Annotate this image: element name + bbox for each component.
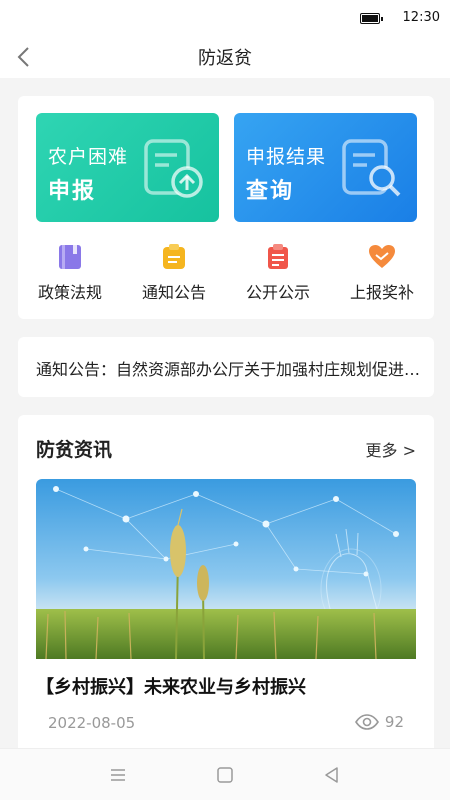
status-bar: 12:30 xyxy=(0,0,450,36)
quick-link-label: 公开公示 xyxy=(245,283,310,302)
home-button[interactable] xyxy=(213,763,237,787)
quick-link-label: 上报奖补 xyxy=(349,283,414,302)
clipboard-icon xyxy=(163,244,185,269)
quick-link-reward[interactable]: 上报奖补 xyxy=(330,244,434,304)
system-back-button[interactable] xyxy=(320,763,344,787)
quick-link-publicity[interactable]: 公开公示 xyxy=(226,244,330,304)
quick-link-policy[interactable]: 政策法规 xyxy=(18,244,122,304)
services-card: 农户困难 申报 申报结果 查询 政策法规 通知公告 公开公示 上报奖补 xyxy=(18,96,434,319)
menu-icon xyxy=(111,769,125,781)
news-item-views: 92 xyxy=(354,713,404,731)
news-item-title[interactable]: 【乡村振兴】未来农业与乡村振兴 xyxy=(36,673,416,699)
result-query-button[interactable]: 申报结果 查询 xyxy=(234,113,417,222)
document-search-icon xyxy=(342,139,401,197)
news-section-title: 防贫资讯 xyxy=(36,439,113,461)
page-title: 防返贫 xyxy=(198,48,252,69)
eye-icon xyxy=(354,714,379,730)
notice-text[interactable]: 通知公告：自然资源部办公厅关于加强村庄规划促进乡村振兴的通知 xyxy=(36,356,421,380)
news-more-link[interactable]: 更多 > xyxy=(366,437,417,461)
back-triangle-icon xyxy=(325,767,338,783)
news-card: 防贫资讯 更多 > 【乡村振兴】未来农业与乡村振兴 2022-08-05 92 xyxy=(18,415,434,755)
result-query-line2: 查询 xyxy=(246,179,295,204)
status-time: 12:30 xyxy=(402,10,440,25)
quick-link-notice[interactable]: 通知公告 xyxy=(122,244,226,304)
hardship-report-line1: 农户困难 xyxy=(48,146,129,168)
hardship-report-button[interactable]: 农户困难 申报 xyxy=(36,113,219,222)
wheat-field-tech-image[interactable] xyxy=(36,479,416,659)
hardship-report-line2: 申报 xyxy=(48,179,97,204)
news-item-date: 2022-08-05 xyxy=(48,714,136,732)
quick-link-label: 通知公告 xyxy=(141,283,206,302)
news-item-view-count: 92 xyxy=(384,713,404,731)
document-upload-icon xyxy=(144,139,203,198)
book-icon xyxy=(59,245,81,269)
menu-button[interactable] xyxy=(106,763,130,787)
nav-bar: 防返贫 xyxy=(0,36,450,78)
clipboard-list-icon xyxy=(268,244,288,269)
result-query-line1: 申报结果 xyxy=(246,146,327,168)
home-square-icon xyxy=(217,767,233,783)
notice-card: 通知公告：自然资源部办公厅关于加强村庄规划促进乡村振兴的通知 xyxy=(18,337,434,397)
quick-link-label: 政策法规 xyxy=(37,283,102,302)
battery-icon xyxy=(360,13,383,24)
handshake-heart-icon xyxy=(369,245,395,268)
system-nav-bar xyxy=(0,748,450,800)
